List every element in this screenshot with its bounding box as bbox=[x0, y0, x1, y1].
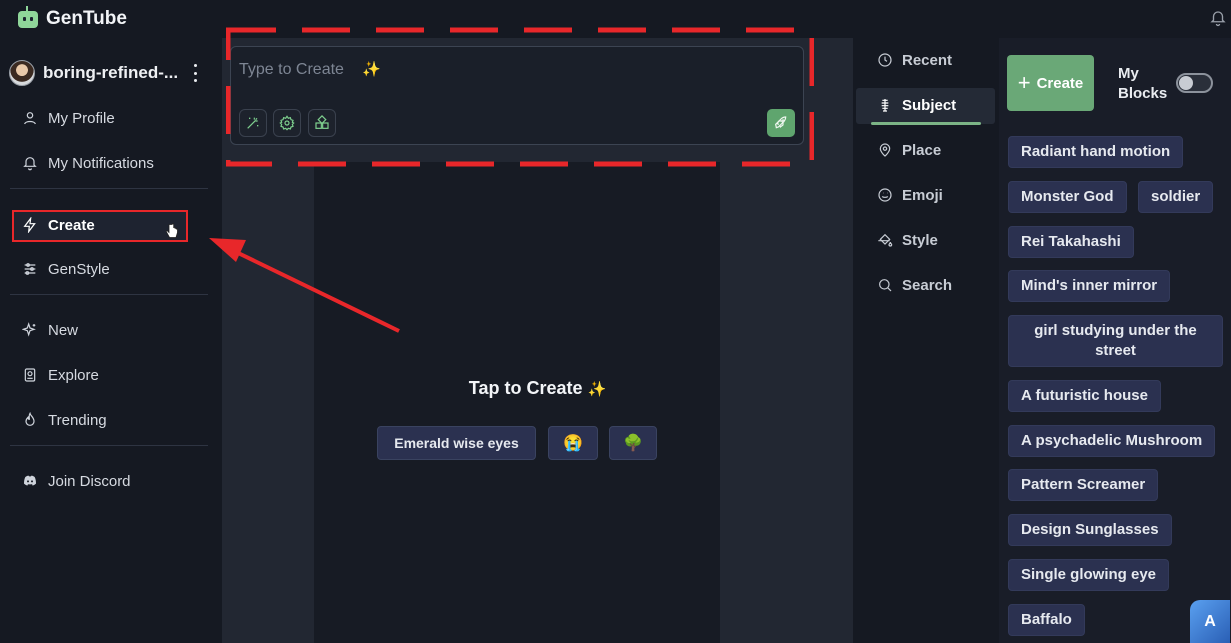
blocks-icon bbox=[315, 115, 329, 129]
block-chip[interactable]: Design Sunglasses bbox=[1008, 514, 1172, 546]
category-place[interactable]: Place bbox=[877, 138, 941, 162]
lightning-icon bbox=[23, 217, 36, 233]
sidebar-item-my-notifications[interactable]: My Notifications bbox=[22, 151, 154, 175]
discord-icon bbox=[24, 475, 36, 486]
my-blocks-toggle[interactable] bbox=[1176, 73, 1213, 93]
category-search[interactable]: Search bbox=[877, 273, 952, 297]
sidebar-item-new[interactable]: New bbox=[22, 318, 78, 342]
bell-icon bbox=[23, 157, 37, 171]
suggestion-chip-emoji[interactable]: 😭 bbox=[548, 426, 598, 460]
canvas-title-text: Tap to Create bbox=[468, 378, 583, 398]
main-canvas-area: ✨ Tap to Create ✨ Emerald wise eyes 😭 🌳 bbox=[222, 27, 853, 643]
rocket-icon bbox=[775, 116, 787, 129]
block-chip[interactable]: A psychadelic Mushroom bbox=[1008, 425, 1216, 457]
category-label: Emoji bbox=[902, 186, 943, 204]
settings-button[interactable] bbox=[273, 109, 301, 137]
blocks-panel: + Create My Blocks Radiant hand motion M… bbox=[999, 38, 1231, 643]
avatar bbox=[9, 60, 35, 86]
spine-icon bbox=[881, 99, 889, 112]
user-menu[interactable]: boring-refined-... bbox=[9, 60, 209, 86]
emoji-icon bbox=[878, 188, 892, 202]
block-chip[interactable]: Baffalo bbox=[1008, 604, 1085, 636]
sidebar-divider bbox=[10, 445, 208, 446]
sidebar-item-label: Join Discord bbox=[48, 472, 131, 490]
block-chip[interactable]: Rei Takahashi bbox=[1008, 226, 1134, 258]
category-label: Subject bbox=[902, 96, 957, 114]
sidebar-item-label: Trending bbox=[48, 411, 107, 429]
app-logo[interactable]: GenTube bbox=[18, 5, 127, 30]
category-panel: Recent Subject Place Emoji Style Search bbox=[853, 38, 999, 643]
bell-icon[interactable] bbox=[1209, 8, 1227, 28]
sidebar-item-explore[interactable]: Explore bbox=[22, 363, 99, 387]
suggestion-chip[interactable]: Emerald wise eyes bbox=[377, 426, 536, 460]
sidebar-item-label: My Profile bbox=[48, 109, 115, 127]
sidebar-item-create[interactable]: Create bbox=[22, 213, 95, 237]
block-chip[interactable]: A futuristic house bbox=[1008, 380, 1161, 412]
map-pin-icon bbox=[879, 143, 891, 157]
tv-logo-icon bbox=[18, 5, 38, 28]
explore-icon bbox=[24, 368, 36, 382]
sidebar-item-label: Create bbox=[48, 216, 95, 234]
sidebar-item-label: Explore bbox=[48, 366, 99, 384]
sidebar: boring-refined-... My Profile My Notific… bbox=[0, 38, 222, 643]
sliders-icon bbox=[24, 263, 36, 275]
sidebar-item-label: GenStyle bbox=[48, 260, 110, 278]
sidebar-divider bbox=[10, 294, 208, 295]
search-icon bbox=[879, 279, 892, 292]
tap-to-create-title: Tap to Create ✨ bbox=[222, 378, 853, 399]
user-icon bbox=[24, 112, 36, 125]
my-blocks-label: My Blocks bbox=[1118, 65, 1168, 102]
flame-icon bbox=[25, 412, 35, 426]
magic-wand-button[interactable] bbox=[239, 109, 267, 137]
sparkle-icon: ✨ bbox=[587, 381, 607, 398]
canvas-column bbox=[314, 162, 720, 643]
create-block-button[interactable]: + Create bbox=[1007, 55, 1094, 111]
blocks-button[interactable] bbox=[308, 109, 336, 137]
sparkles-icon bbox=[22, 322, 36, 337]
hand-cursor-icon bbox=[166, 223, 178, 238]
block-chip[interactable]: Monster God bbox=[1008, 181, 1127, 213]
sparkle-icon: ✨ bbox=[362, 61, 381, 78]
block-chip[interactable]: Radiant hand motion bbox=[1008, 136, 1184, 168]
user-name: boring-refined-... bbox=[43, 63, 179, 82]
clock-icon bbox=[878, 53, 892, 67]
block-chip[interactable]: Mind's inner mirror bbox=[1008, 270, 1171, 302]
category-recent[interactable]: Recent bbox=[877, 48, 952, 72]
category-subject[interactable]: Subject bbox=[877, 93, 956, 117]
sidebar-item-genstyle[interactable]: GenStyle bbox=[22, 257, 110, 281]
suggestion-chip-emoji[interactable]: 🌳 bbox=[609, 426, 657, 460]
block-chip[interactable]: Single glowing eye bbox=[1008, 559, 1170, 591]
category-label: Search bbox=[902, 276, 953, 294]
sidebar-item-join-discord[interactable]: Join Discord bbox=[22, 469, 131, 493]
sidebar-item-label: My Notifications bbox=[48, 154, 154, 172]
category-label: Place bbox=[902, 141, 942, 159]
gear-icon bbox=[279, 115, 295, 131]
app-name: GenTube bbox=[46, 8, 127, 29]
top-bar: GenTube bbox=[0, 0, 1231, 38]
sidebar-divider bbox=[10, 188, 208, 189]
sidebar-item-my-profile[interactable]: My Profile bbox=[22, 106, 115, 130]
block-chip[interactable]: girl studying under the street bbox=[1008, 315, 1223, 367]
block-chip[interactable]: Pattern Screamer bbox=[1008, 469, 1159, 501]
plus-icon: + bbox=[1017, 70, 1031, 95]
paint-bucket-icon bbox=[878, 233, 893, 247]
generate-button[interactable] bbox=[767, 109, 795, 137]
create-block-label: Create bbox=[1036, 74, 1084, 92]
magic-wand-icon bbox=[247, 117, 259, 129]
prompt-input[interactable] bbox=[239, 59, 639, 81]
prompt-box: ✨ bbox=[230, 46, 804, 145]
sidebar-item-label: New bbox=[48, 321, 79, 339]
category-style[interactable]: Style bbox=[877, 228, 938, 252]
block-chip[interactable]: soldier bbox=[1138, 181, 1214, 213]
category-label: Recent bbox=[902, 51, 953, 69]
category-active-indicator bbox=[871, 122, 981, 125]
category-emoji[interactable]: Emoji bbox=[877, 183, 943, 207]
category-label: Style bbox=[902, 231, 938, 249]
assistant-logo-icon[interactable]: A bbox=[1190, 600, 1230, 643]
sidebar-item-trending[interactable]: Trending bbox=[22, 408, 107, 432]
more-options-icon[interactable] bbox=[193, 64, 197, 82]
